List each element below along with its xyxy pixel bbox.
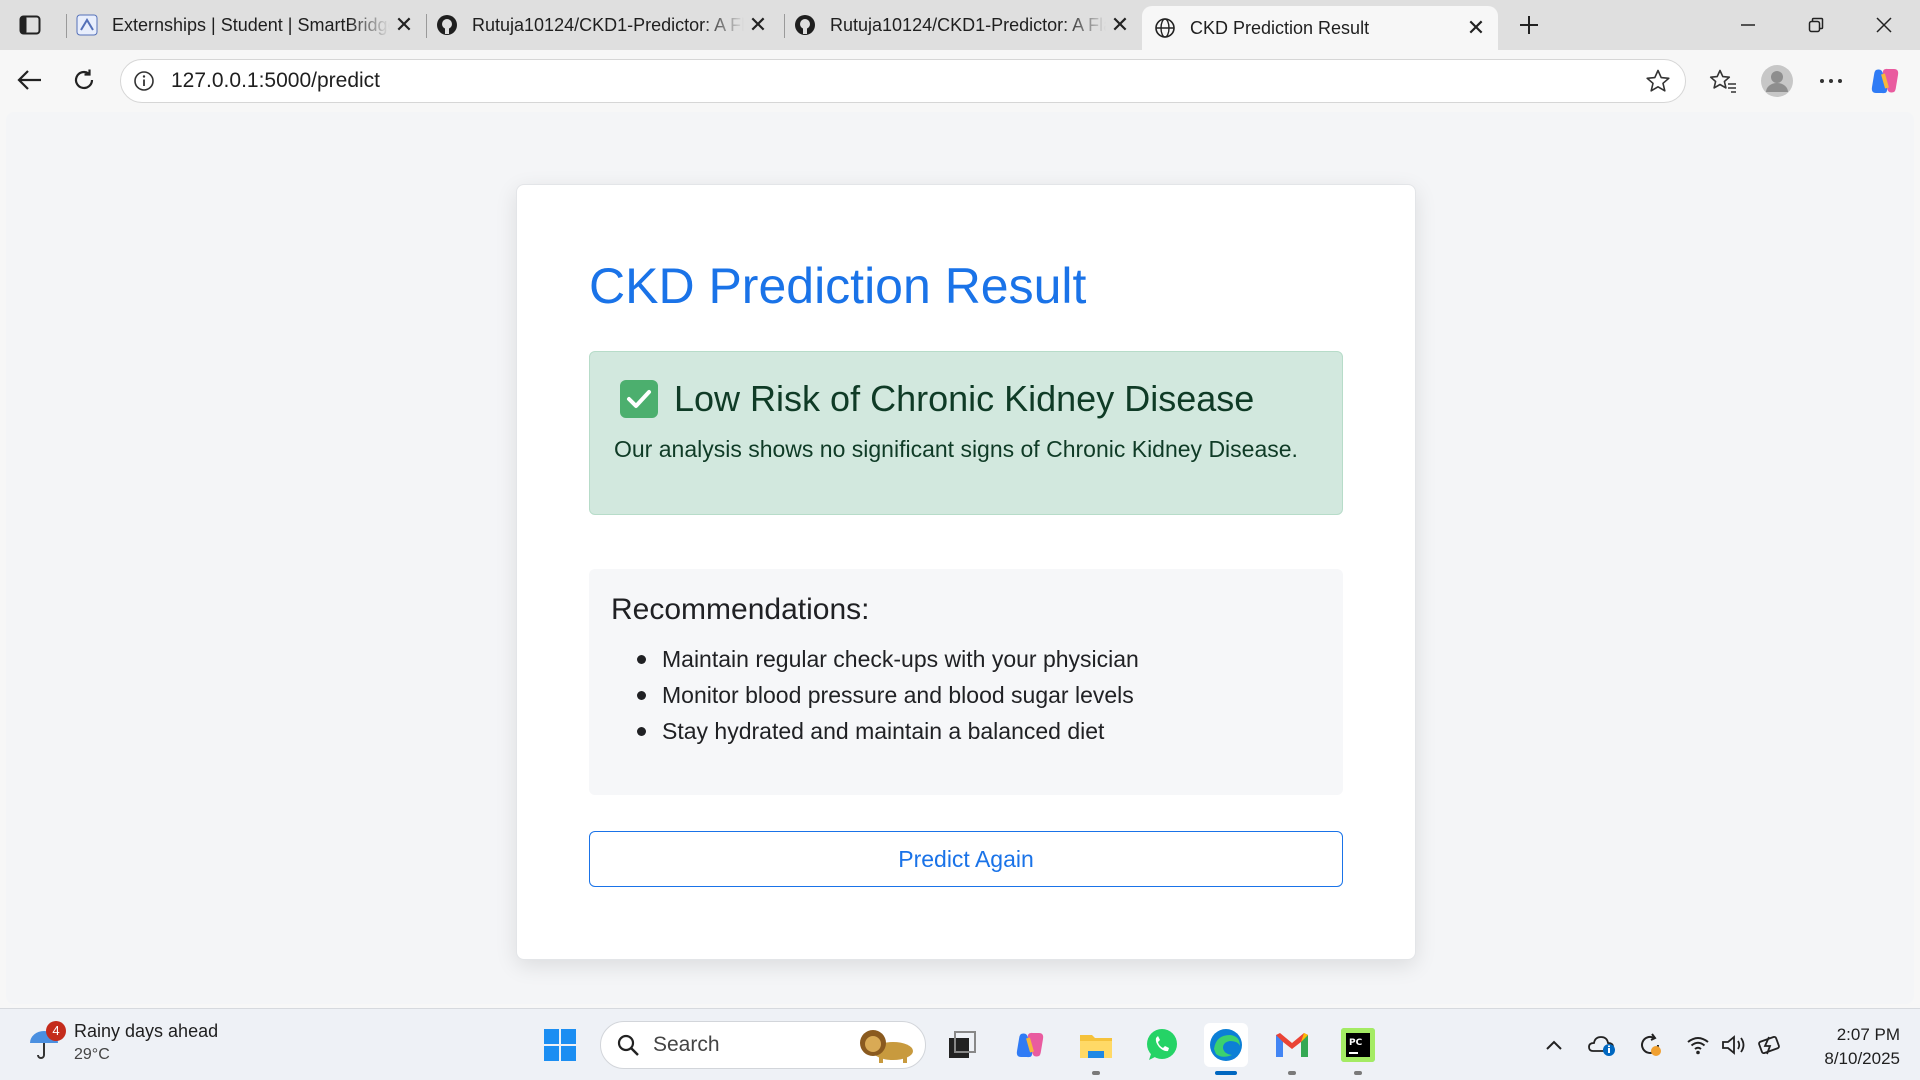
restore-icon[interactable] [1788,6,1844,44]
tab-title: Externships | Student | SmartBridge [112,14,390,35]
check-mark-icon [620,380,658,418]
start-icon[interactable] [538,1023,582,1067]
bullet-icon [637,726,646,736]
more-menu-icon[interactable] [1812,62,1850,100]
battery-charging-icon[interactable] [1756,1031,1784,1059]
clock-date: 8/10/2025 [1824,1049,1900,1068]
result-message: Our analysis shows no significant signs … [614,436,1298,462]
weather-widget[interactable]: 4 Rainy days ahead 29°C [26,1020,219,1064]
refresh-icon[interactable] [66,62,102,98]
result-heading-row: Low Risk of Chronic Kidney Disease [620,378,1254,420]
result-card: CKD Prediction Result Low Risk of Chroni… [516,184,1416,960]
recommendations-panel: Recommendations: Maintain regular check-… [589,569,1343,795]
search-icon [615,1032,641,1058]
pycharm-icon[interactable]: PC [1336,1023,1380,1075]
tab-title: Rutuja10124/CKD1-Predictor: A Flask [472,14,744,35]
recommendations-list: Maintain regular check-ups with your phy… [637,641,1139,749]
close-tab-icon[interactable]: ✕ [390,11,418,39]
github-icon [794,14,816,36]
back-arrow-icon[interactable] [12,62,48,98]
tab-separator [426,14,427,38]
favorite-star-icon[interactable] [1641,64,1675,98]
tab-github-1[interactable]: Rutuja10124/CKD1-Predictor: A Flask ✕ [436,6,772,44]
running-indicator [1354,1071,1362,1075]
tab-github-2[interactable]: Rutuja10124/CKD1-Predictor: A Flask ✕ [794,6,1134,44]
gmail-icon[interactable] [1270,1023,1314,1075]
tab-title: CKD Prediction Result [1190,17,1370,38]
github-icon [436,14,458,36]
url-text[interactable]: 127.0.0.1:5000/predict [171,69,1641,93]
result-alert: Low Risk of Chronic Kidney Disease Our a… [589,351,1343,515]
clock-time: 2:07 PM [1836,1025,1900,1044]
browser-toolbar: 127.0.0.1:5000/predict [0,50,1920,112]
copilot-icon[interactable] [1866,62,1904,100]
favorites-icon[interactable] [1704,62,1742,100]
onedrive-info-icon[interactable] [1588,1031,1616,1059]
bullet-icon [637,654,646,664]
sync-icon[interactable] [1636,1031,1664,1059]
task-view-icon[interactable] [940,1023,984,1067]
tab-separator [66,14,67,38]
close-tab-icon[interactable]: ✕ [744,11,772,39]
lion-icon [855,1025,919,1065]
recommendation-text: Stay hydrated and maintain a balanced di… [662,718,1105,744]
search-placeholder: Search [653,1033,720,1056]
umbrella-icon: 4 [26,1020,66,1061]
chevron-up-icon[interactable] [1540,1031,1568,1059]
minimize-icon[interactable] [1720,6,1776,44]
result-heading: Low Risk of Chronic Kidney Disease [674,378,1255,419]
running-indicator [1215,1071,1237,1075]
tab-smartbridge[interactable]: Externships | Student | SmartBridge ✕ [76,6,418,44]
running-indicator [1288,1071,1296,1075]
browser-tab-strip: Externships | Student | SmartBridge ✕ Ru… [0,0,1920,50]
weather-badge: 4 [46,1020,66,1041]
running-indicator [1092,1071,1100,1075]
list-item: Maintain regular check-ups with your phy… [637,641,1139,677]
whatsapp-icon[interactable] [1140,1023,1184,1067]
windows-taskbar: 4 Rainy days ahead 29°C Search PC 2:07 P… [0,1008,1920,1080]
file-explorer-icon[interactable] [1074,1023,1118,1075]
smartbridge-icon [76,14,98,36]
weather-temp: 29°C [74,1046,110,1063]
page-viewport: CKD Prediction Result Low Risk of Chroni… [6,112,1914,1004]
bullet-icon [637,690,646,700]
address-bar[interactable]: 127.0.0.1:5000/predict [120,59,1686,103]
list-item: Stay hydrated and maintain a balanced di… [637,713,1139,749]
close-window-icon[interactable] [1856,6,1912,44]
edge-icon[interactable] [1204,1023,1248,1075]
copilot-icon[interactable] [1008,1023,1052,1067]
recommendation-text: Monitor blood pressure and blood sugar l… [662,682,1134,708]
globe-icon [1154,17,1176,39]
system-clock[interactable]: 2:07 PM 8/10/2025 [1800,1023,1900,1071]
profile-avatar[interactable] [1758,62,1796,100]
svg-text:PC: PC [1349,1038,1363,1048]
weather-text: Rainy days ahead [74,1021,219,1041]
close-tab-icon[interactable]: ✕ [1106,11,1134,39]
recommendation-text: Maintain regular check-ups with your phy… [662,646,1139,672]
tab-separator [784,14,785,38]
tab-title: Rutuja10124/CKD1-Predictor: A Flask [830,14,1106,35]
predict-again-button[interactable]: Predict Again [589,831,1343,887]
volume-icon[interactable] [1720,1031,1748,1059]
close-tab-icon[interactable]: ✕ [1462,14,1490,42]
new-tab-button[interactable] [1512,8,1546,42]
taskbar-search[interactable]: Search [600,1021,926,1069]
wifi-icon[interactable] [1684,1031,1712,1059]
list-item: Monitor blood pressure and blood sugar l… [637,677,1139,713]
site-info-icon[interactable] [133,70,155,92]
tab-ckd-result[interactable]: CKD Prediction Result ✕ [1142,6,1498,50]
recommendations-heading: Recommendations: [611,593,870,626]
page-title: CKD Prediction Result [589,258,1087,314]
vertical-tabs-icon[interactable] [14,10,46,40]
